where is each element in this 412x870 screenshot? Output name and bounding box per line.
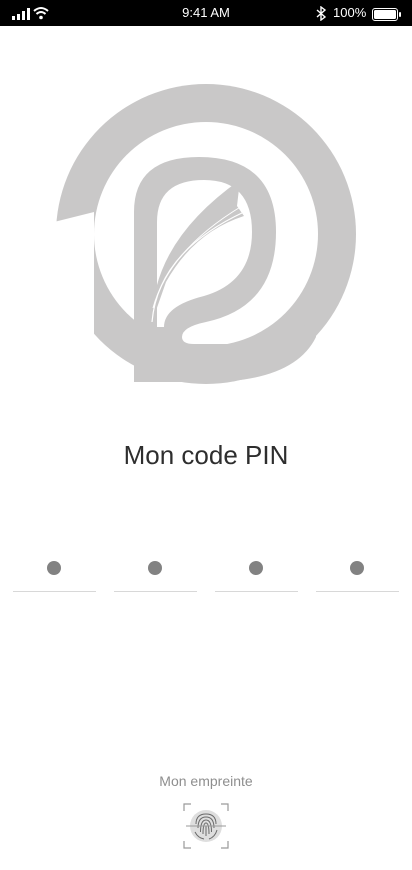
fingerprint-icon xyxy=(183,803,229,849)
bluetooth-icon xyxy=(316,6,327,21)
pin-underline xyxy=(13,591,96,592)
pin-slot[interactable] xyxy=(316,558,399,592)
status-bar: 9:41 AM 100% xyxy=(0,0,412,26)
pin-slot[interactable] xyxy=(114,558,197,592)
page-title: Mon code PIN xyxy=(123,440,289,470)
pin-dot xyxy=(249,561,263,575)
pin-underline xyxy=(215,591,298,592)
pin-underline xyxy=(114,591,197,592)
pin-slot[interactable] xyxy=(215,558,298,592)
app-logo xyxy=(56,84,356,384)
fingerprint-button[interactable] xyxy=(182,802,230,850)
pin-slot[interactable] xyxy=(13,558,96,592)
fingerprint-label: Mon empreinte xyxy=(159,773,253,789)
battery-percent: 100% xyxy=(333,5,367,20)
pin-underline xyxy=(316,591,399,592)
pin-dot xyxy=(148,561,162,575)
pin-dot xyxy=(47,561,61,575)
battery-icon xyxy=(372,8,401,21)
pin-dot xyxy=(350,561,364,575)
